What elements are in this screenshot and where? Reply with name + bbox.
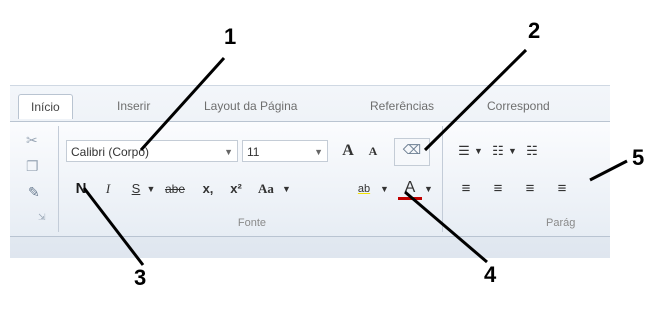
callout-number-5: 5 [632,145,645,170]
callout-number-1: 1 [224,24,237,49]
callout-number-3: 3 [134,265,147,290]
callout-line-5 [589,159,628,182]
callout-line-4 [404,190,488,264]
callout-line-1 [139,56,226,152]
callout-lines [82,48,628,266]
callout-number-2: 2 [528,18,541,43]
callout-line-2 [423,48,528,152]
callout-number-4: 4 [484,262,497,287]
callout-line-3 [82,187,145,266]
